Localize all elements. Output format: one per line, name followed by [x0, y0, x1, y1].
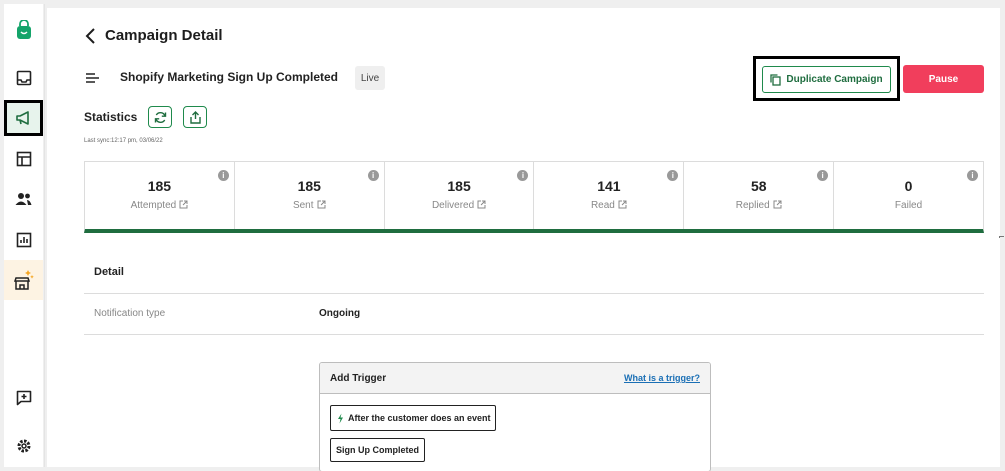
external-link-icon — [618, 200, 627, 209]
info-icon[interactable]: i — [367, 170, 379, 181]
refresh-icon — [154, 111, 166, 123]
export-button[interactable] — [183, 106, 207, 128]
detail-value: Ongoing — [319, 308, 361, 319]
back-arrow-icon[interactable] — [83, 27, 99, 45]
stat-value: 0 — [904, 178, 913, 194]
stat-label-link[interactable]: Attempted — [85, 200, 234, 211]
trigger-panel: Add Trigger What is a trigger? After the… — [319, 362, 711, 471]
people-icon[interactable] — [4, 181, 43, 217]
stat-label: Delivered — [431, 200, 475, 211]
gear-icon[interactable] — [4, 428, 43, 464]
statistics-card: 185 Attempted i 185 Sent i 185 Delivered… — [84, 161, 984, 233]
stat-delivered: 185 Delivered i — [385, 162, 535, 229]
customer-event-label: After the customer does an event — [348, 413, 491, 423]
status-badge: Live — [355, 66, 385, 90]
stat-label-link[interactable]: Read — [534, 200, 683, 211]
stat-label: Sent — [292, 200, 314, 211]
page-title: Campaign Detail — [105, 27, 223, 44]
info-icon[interactable]: i — [966, 170, 978, 181]
detail-title: Detail — [94, 266, 124, 278]
stat-read: 141 Read i — [534, 162, 685, 229]
stat-label: Replied — [735, 200, 770, 211]
stat-sent: 185 Sent i — [235, 162, 385, 229]
lightning-icon — [338, 413, 343, 423]
table-icon[interactable] — [4, 141, 43, 177]
trigger-title: Add Trigger — [330, 373, 387, 384]
stat-failed: 0 Failed i — [834, 162, 983, 229]
sidebar-divider — [44, 4, 45, 467]
stat-label-link[interactable]: Replied — [684, 200, 833, 211]
stat-value: 58 — [750, 178, 767, 194]
stat-label-link[interactable]: Delivered — [385, 200, 534, 211]
last-sync-text: Last sync:12:17 pm, 03/06/22 — [84, 138, 163, 144]
external-link-icon — [317, 200, 326, 209]
stat-attempted: 185 Attempted i — [85, 162, 235, 229]
chart-icon[interactable] — [4, 222, 43, 258]
stat-label: Attempted — [130, 200, 177, 211]
menu-lines-icon[interactable] — [85, 72, 101, 84]
what-is-trigger-link[interactable]: What is a trigger? — [624, 373, 700, 383]
stat-value: 185 — [147, 178, 172, 194]
detail-section-header: Detail — [84, 256, 984, 294]
inbox-icon[interactable] — [4, 60, 43, 96]
campaign-name: Shopify Marketing Sign Up Completed — [120, 70, 339, 84]
detail-row-notification-type: Notification type Ongoing — [84, 295, 984, 335]
main-panel: Campaign Detail Shopify Marketing Sign U… — [47, 8, 1000, 471]
stat-label: Read — [590, 200, 615, 211]
copy-icon — [770, 73, 782, 86]
marketplace-icon[interactable] — [4, 260, 43, 300]
stat-label: Failed — [894, 200, 923, 211]
stat-replied: 58 Replied i — [684, 162, 835, 229]
bag-logo-icon[interactable] — [4, 12, 43, 48]
stat-label-link[interactable]: Sent — [235, 200, 384, 211]
feedback-icon[interactable] — [4, 380, 43, 416]
stat-value: 141 — [597, 178, 621, 194]
trigger-header: Add Trigger What is a trigger? — [320, 363, 710, 394]
detail-key: Notification type — [94, 308, 166, 319]
refresh-button[interactable] — [148, 106, 172, 128]
edge-mark — [999, 236, 1004, 238]
info-icon[interactable]: i — [217, 170, 229, 181]
statistics-title: Statistics — [84, 110, 138, 124]
external-link-icon — [179, 200, 188, 209]
external-link-icon — [477, 200, 486, 209]
external-link-icon — [773, 200, 782, 209]
export-icon — [189, 110, 201, 124]
event-name-chip[interactable]: Sign Up Completed — [330, 438, 425, 462]
duplicate-campaign-button[interactable]: Duplicate Campaign — [762, 66, 891, 93]
stat-value: 185 — [297, 178, 321, 194]
pause-button[interactable]: Pause — [903, 65, 984, 93]
customer-event-button[interactable]: After the customer does an event — [330, 405, 496, 431]
sidebar — [4, 4, 43, 467]
megaphone-icon[interactable] — [4, 100, 43, 136]
stat-value: 185 — [447, 178, 471, 194]
duplicate-campaign-label: Duplicate Campaign — [786, 74, 883, 85]
